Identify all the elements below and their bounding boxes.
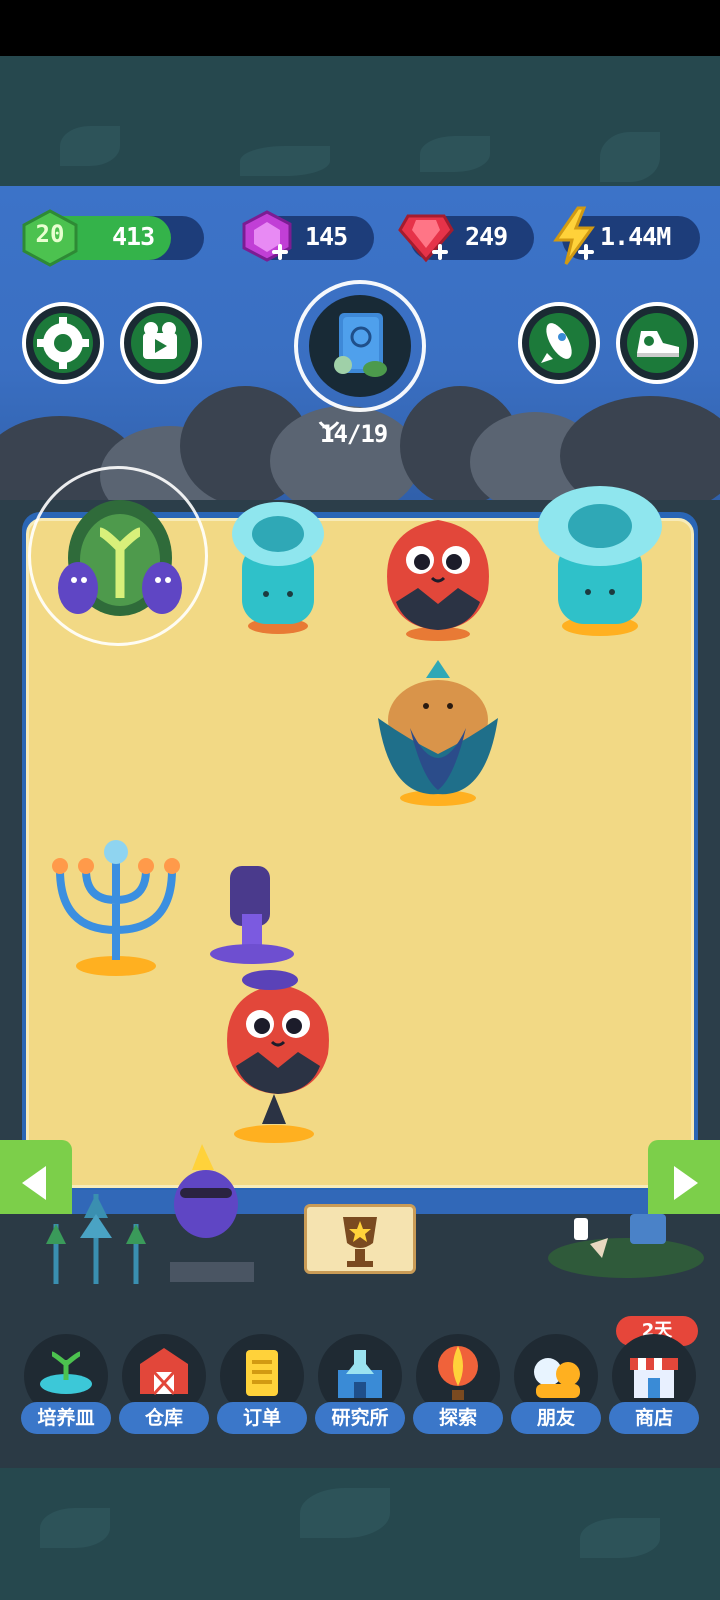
trophy-icon (343, 1217, 377, 1267)
gear-icon (37, 317, 89, 369)
video-camera-icon (143, 322, 177, 359)
menu-shop[interactable]: 商店 (609, 1334, 699, 1444)
rocket-icon (541, 323, 572, 363)
menu-petri-dish[interactable]: 培养皿 (21, 1334, 111, 1444)
green-seed-egg[interactable] (50, 488, 190, 628)
menu-label: 朋友 (511, 1402, 601, 1434)
purple-watering-can[interactable] (200, 864, 310, 994)
menu-explore[interactable]: 探索 (413, 1334, 503, 1444)
menu-label: 研究所 (315, 1402, 405, 1434)
sneaker-button[interactable] (616, 302, 698, 384)
level-number: 20 (35, 220, 65, 248)
teal-fan-creature[interactable] (532, 480, 668, 640)
add-purple-gem-icon[interactable] (272, 244, 288, 260)
add-energy-icon[interactable] (578, 244, 594, 260)
plant-decoration-icon (46, 1194, 146, 1284)
bottom-background-pattern (0, 1468, 720, 1600)
trash-pile-decoration (548, 1214, 704, 1278)
red-gem-value: 249 (465, 222, 508, 251)
menu-label: 订单 (217, 1402, 307, 1434)
menu-friends[interactable]: 朋友 (511, 1334, 601, 1444)
menu-research-lab[interactable]: 研究所 (315, 1334, 405, 1444)
book-icon (334, 313, 387, 377)
trophy-board-button[interactable] (304, 1204, 416, 1274)
menu-label: 仓库 (119, 1402, 209, 1434)
xp-value: 413 (112, 222, 155, 251)
sleeping-monster-statue[interactable] (156, 1144, 266, 1284)
potato-leaf-creature[interactable] (370, 658, 506, 808)
teal-fan-creature[interactable] (228, 498, 328, 638)
add-red-gem-icon[interactable] (432, 244, 448, 260)
status-bar (0, 0, 720, 56)
menu-label: 培养皿 (21, 1402, 111, 1434)
blue-coral-tree[interactable] (46, 830, 192, 980)
purple-gem-value: 145 (305, 222, 348, 251)
top-background-pattern (0, 56, 720, 186)
red-blob-creature[interactable] (218, 974, 338, 1144)
menu-label: 商店 (609, 1402, 699, 1434)
menu-orders[interactable]: 订单 (217, 1334, 307, 1444)
energy-value: 1.44M (600, 222, 671, 251)
video-button[interactable] (120, 302, 202, 384)
sneaker-icon (637, 331, 679, 357)
red-blob-creature[interactable] (378, 510, 498, 642)
settings-button[interactable] (22, 302, 104, 384)
menu-label: 探索 (413, 1402, 503, 1434)
collection-progress-text: 14/19 (320, 420, 388, 448)
menu-warehouse[interactable]: 仓库 (119, 1334, 209, 1444)
collection-book-button[interactable] (309, 295, 411, 397)
rocket-button[interactable] (518, 302, 600, 384)
